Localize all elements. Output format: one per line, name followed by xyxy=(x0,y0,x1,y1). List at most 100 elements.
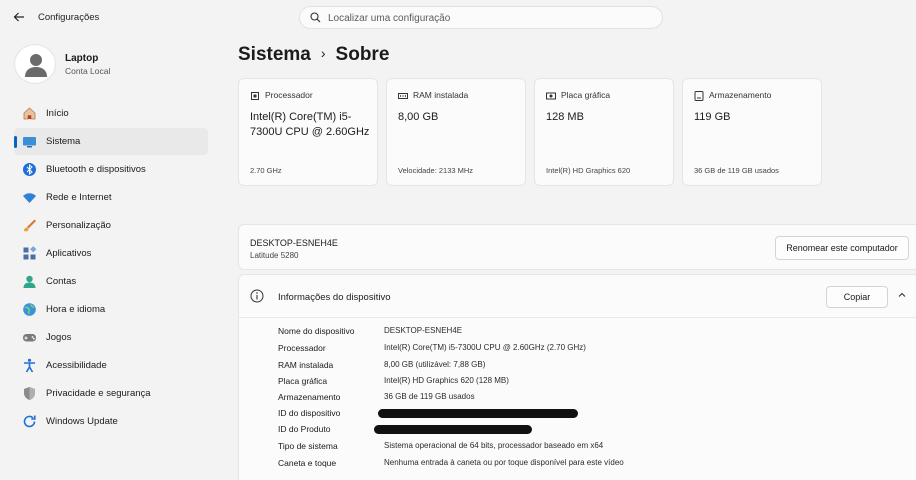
sidebar-item-label: Início xyxy=(46,108,69,119)
system-icon xyxy=(23,137,36,148)
redacted-product-id xyxy=(374,425,532,434)
card-detail: Velocidade: 2133 MHz xyxy=(398,166,474,175)
sidebar-item-windows-update[interactable]: Windows Update xyxy=(14,408,208,435)
card-value: 119 GB xyxy=(694,111,731,123)
info-icon xyxy=(250,289,264,303)
spec-key: Tipo de sistema xyxy=(278,441,338,451)
sidebar-item-label: Windows Update xyxy=(46,416,118,427)
spec-value: Sistema operacional de 64 bits, processa… xyxy=(384,441,604,450)
search-box[interactable]: Localizar uma configuração xyxy=(299,6,663,29)
card-detail: 2.70 GHz xyxy=(250,166,282,175)
spec-row: Placa gráfica Intel(R) HD Graphics 620 (… xyxy=(278,376,898,390)
sidebar-item-sistema[interactable]: Sistema xyxy=(14,128,208,155)
ram-card: RAM instalada 8,00 GB Velocidade: 2133 M… xyxy=(386,78,526,186)
sidebar-item-label: Acessibilidade xyxy=(46,360,107,371)
sidebar-item-acessibilidade[interactable]: Acessibilidade xyxy=(14,352,208,379)
spec-key: Armazenamento xyxy=(278,392,341,402)
wifi-icon xyxy=(23,193,36,203)
sidebar-item-rede[interactable]: Rede e Internet xyxy=(14,184,208,211)
update-icon xyxy=(23,415,36,428)
spec-row: Tipo de sistema Sistema operacional de 6… xyxy=(278,441,898,455)
device-name-section: DESKTOP-ESNEH4E Latitude 5280 Renomear e… xyxy=(238,224,916,270)
avatar[interactable] xyxy=(14,44,56,84)
spec-key: Nome do dispositivo xyxy=(278,326,355,336)
device-info-title: Informações do dispositivo xyxy=(278,292,391,303)
profile-account-type: Conta Local xyxy=(65,66,111,76)
breadcrumb: Sistema › Sobre xyxy=(238,44,389,66)
sidebar-nav: Início Sistema Bluetooth e dispositivos … xyxy=(14,100,208,428)
card-value: 8,00 GB xyxy=(398,111,439,123)
card-label: Placa gráfica xyxy=(561,90,611,100)
spec-row: Caneta e toque Nenhuma entrada à caneta … xyxy=(278,458,898,472)
search-input[interactable]: Localizar uma configuração xyxy=(328,13,450,24)
spec-key: Placa gráfica xyxy=(278,376,328,386)
spec-value: Intel(R) Core(TM) i5-7300U CPU @ 2.60GHz… xyxy=(384,343,586,352)
accessibility-icon xyxy=(24,358,35,373)
spec-value: Intel(R) HD Graphics 620 (128 MB) xyxy=(384,376,509,385)
app-title: Configurações xyxy=(38,12,100,23)
spec-row: RAM instalada 8,00 GB (utilizável: 7,88 … xyxy=(278,360,898,374)
spec-value: 36 GB de 119 GB usados xyxy=(384,392,475,401)
device-name: DESKTOP-ESNEH4E xyxy=(250,238,338,248)
sidebar-item-label: Bluetooth e dispositivos xyxy=(46,164,146,175)
sidebar-item-label: Sistema xyxy=(46,136,81,147)
device-info-header[interactable]: Informações do dispositivo Copiar xyxy=(239,275,916,318)
bluetooth-icon xyxy=(23,163,36,176)
sidebar-item-label: Hora e idioma xyxy=(46,304,106,315)
title-bar: Configurações Localizar uma configuração xyxy=(0,0,916,36)
sidebar-item-jogos[interactable]: Jogos xyxy=(14,324,208,351)
storage-card: Armazenamento 119 GB 36 GB de 119 GB usa… xyxy=(682,78,822,186)
gpu-icon xyxy=(546,92,556,100)
card-label: RAM instalada xyxy=(413,90,469,100)
sidebar-item-label: Personalização xyxy=(46,220,111,231)
user-icon xyxy=(25,54,47,77)
accounts-icon xyxy=(23,275,36,288)
spec-value: 8,00 GB (utilizável: 7,88 GB) xyxy=(384,360,486,369)
search-icon xyxy=(310,12,321,23)
gamepad-icon xyxy=(23,334,36,342)
ram-icon xyxy=(398,93,408,99)
breadcrumb-parent[interactable]: Sistema xyxy=(238,44,311,65)
cpu-icon xyxy=(251,92,259,100)
graphics-card: Placa gráfica 128 MB Intel(R) HD Graphic… xyxy=(534,78,674,186)
processor-card: Processador Intel(R) Core(TM) i5-7300U C… xyxy=(238,78,378,186)
card-value: Intel(R) Core(TM) i5-7300U CPU @ 2.60GHz xyxy=(250,111,370,138)
chevron-up-icon[interactable] xyxy=(897,290,907,303)
sidebar-item-label: Privacidade e segurança xyxy=(46,388,151,399)
spec-key: RAM instalada xyxy=(278,360,334,370)
copy-button[interactable]: Copiar xyxy=(826,286,888,308)
page-title: Sobre xyxy=(335,44,390,65)
profile-name: Laptop xyxy=(65,53,99,64)
sidebar-item-label: Aplicativos xyxy=(46,248,92,259)
sidebar-item-privacidade[interactable]: Privacidade e segurança xyxy=(14,380,208,407)
card-label: Armazenamento xyxy=(709,90,772,100)
spec-value: Nenhuma entrada à caneta ou por toque di… xyxy=(384,458,624,467)
shield-icon xyxy=(24,387,35,400)
brush-icon xyxy=(24,219,36,232)
card-detail: 36 GB de 119 GB usados xyxy=(694,166,779,175)
spec-value: DESKTOP-ESNEH4E xyxy=(384,326,463,335)
home-icon xyxy=(23,107,36,120)
device-info-section: Informações do dispositivo Copiar Nome d… xyxy=(238,274,916,480)
card-label: Processador xyxy=(265,90,313,100)
sidebar-item-contas[interactable]: Contas xyxy=(14,268,208,295)
back-arrow-icon[interactable] xyxy=(10,9,28,27)
rename-pc-button[interactable]: Renomear este computador xyxy=(775,236,909,260)
sidebar-item-hora-idioma[interactable]: Hora e idioma xyxy=(14,296,208,323)
sidebar-item-inicio[interactable]: Início xyxy=(14,100,208,127)
sidebar-item-label: Jogos xyxy=(46,332,72,343)
spec-key: ID do Produto xyxy=(278,424,331,434)
sidebar-item-personalizacao[interactable]: Personalização xyxy=(14,212,208,239)
breadcrumb-separator: › xyxy=(320,45,326,61)
spec-row: ID do dispositivo xyxy=(278,408,898,422)
spec-row: ID do Produto xyxy=(278,424,898,438)
sidebar-item-aplicativos[interactable]: Aplicativos xyxy=(14,240,208,267)
sidebar-item-bluetooth[interactable]: Bluetooth e dispositivos xyxy=(14,156,208,183)
apps-icon xyxy=(23,246,37,260)
card-value: 128 MB xyxy=(546,111,584,123)
storage-icon xyxy=(694,91,704,101)
device-model: Latitude 5280 xyxy=(250,251,299,260)
spec-key: ID do dispositivo xyxy=(278,408,341,418)
spec-key: Processador xyxy=(278,343,326,353)
globe-icon xyxy=(23,303,36,316)
